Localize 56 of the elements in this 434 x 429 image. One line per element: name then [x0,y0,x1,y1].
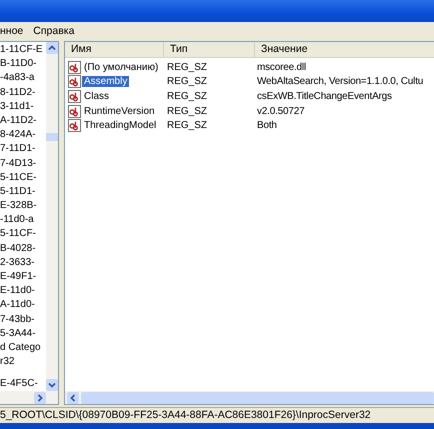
scroll-thumb[interactable] [81,392,434,404]
string-value-icon [68,60,81,74]
tree-item[interactable]: r32 [0,355,46,370]
table-cell-text: REG_SZ [167,120,208,132]
table-cell-text: WebAltaSearch, Version=1.1.0.0, Cultu [257,76,424,88]
table-cell-text: REG_SZ [167,106,208,117]
tree-item[interactable]: 7-43bb- [0,312,46,327]
tree-item[interactable]: A-11d0- [0,298,46,313]
vertical-scrollbar[interactable] [46,42,58,391]
menu-item[interactable]: нное [0,24,24,36]
table-cell-text: REG_SZ [167,76,208,88]
tree-item[interactable]: 2-3633- [0,256,46,270]
scroll-down-icon[interactable] [46,379,58,391]
tree-item[interactable]: 1-11CF-E [0,43,46,58]
tree-item[interactable]: 5-11CF- [0,227,46,242]
tree-item[interactable]: 8-11D2- [0,86,46,100]
tree-item[interactable]: 3-11d1- [0,100,46,114]
scroll-left-icon[interactable] [67,392,79,404]
tree-item[interactable]: -11d0-a [0,213,46,228]
table-cell-text: csExWB.TitleChangeEventArgs [257,90,393,102]
menu-item[interactable]: Справка [33,24,74,36]
scroll-thumb[interactable] [46,132,58,140]
string-value-icon [68,90,81,103]
string-value-icon [68,119,81,132]
tree-item[interactable]: 5-11D1- [0,184,46,200]
tree-item[interactable]: E-11d0- [0,284,46,298]
tree-item[interactable]: A-11D2- [0,114,46,128]
table-cell-text: REG_SZ [167,62,208,73]
tree-item[interactable]: 7-4D13- [0,156,46,171]
tree-item[interactable]: d Catego [0,340,46,356]
tree-item[interactable]: B-4028- [0,242,46,256]
tree-item[interactable]: 5-11CE- [0,170,46,185]
tree-item[interactable]: E-328B- [0,199,46,214]
value-name[interactable]: ThreadingModel [82,120,158,132]
tree-item[interactable]: -4a83-a [0,71,46,86]
value-name[interactable]: (По умолчанию) [82,62,160,73]
scroll-up-icon[interactable] [46,42,58,54]
tree-item[interactable]: 8-424A- [0,128,46,142]
value-name[interactable]: Class [82,90,112,102]
table-cell-text: REG_SZ [167,90,208,102]
tree-item[interactable]: 5-3A44- [0,326,46,341]
string-value-icon [68,75,81,88]
value-name[interactable]: Assembly [82,76,130,88]
value-name[interactable]: RuntimeVersion [82,106,157,117]
tree-item[interactable]: 7-11D1- [0,142,46,156]
column-header[interactable]: Тип [164,42,255,57]
table-cell-text: mscoree.dll [257,62,307,73]
table-cell-text: v2.0.50727 [257,106,306,117]
string-value-icon [68,104,81,118]
scroll-right-icon[interactable] [34,392,46,404]
tree-item[interactable]: E-4F5C- [0,376,46,391]
table-cell-text: Both [257,120,278,132]
column-header[interactable]: Имя [65,42,164,57]
column-header[interactable]: Значение [255,42,434,57]
tree-item[interactable]: E-49F1- [0,270,46,284]
tree-item[interactable]: B-11D0- [0,57,46,72]
